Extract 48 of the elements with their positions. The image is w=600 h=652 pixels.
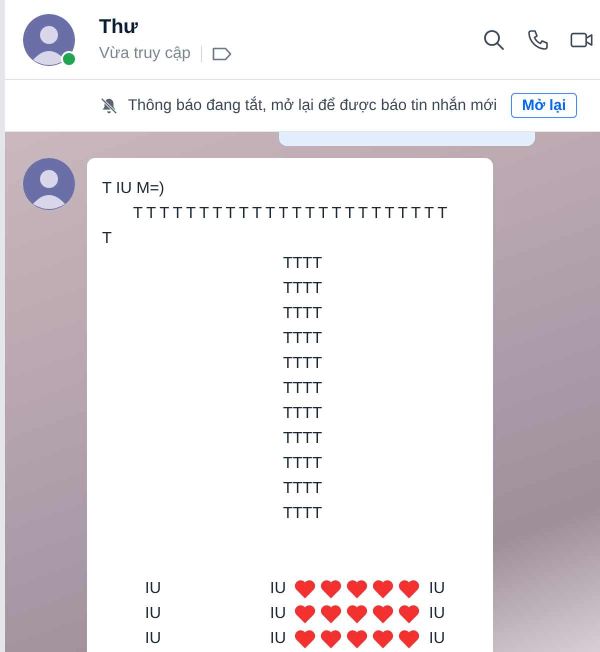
message-text: TTTT <box>283 504 322 522</box>
message-text: IU <box>270 630 286 648</box>
message-text: TTTT <box>283 430 322 448</box>
contact-avatar[interactable] <box>23 14 75 66</box>
message-text: IU <box>270 580 286 598</box>
message-text: T T T T T T T T T T T T T T T T T T T T T T T T <box>133 204 448 222</box>
heart-icon <box>346 578 368 598</box>
heart-icon <box>346 604 368 624</box>
search-icon[interactable] <box>482 28 506 52</box>
message-text: T IU M=) <box>102 180 164 198</box>
muted-bell-icon <box>100 96 118 114</box>
message-text: TTTT <box>283 254 322 272</box>
message-text: TTTT <box>283 330 322 348</box>
contact-name: Thư <box>99 16 139 39</box>
message-text: TTTT <box>283 304 322 322</box>
message-text: IU <box>429 580 445 598</box>
heart-icon <box>346 628 368 648</box>
message-text: TTTT <box>283 380 322 398</box>
message-text: IU <box>145 580 162 598</box>
message-text: TTTT <box>283 354 322 372</box>
unmute-button[interactable]: Mở lại <box>510 93 577 118</box>
heart-icon <box>398 628 420 648</box>
heart-icon <box>398 604 420 624</box>
heart-icon <box>372 628 394 648</box>
phone-icon[interactable] <box>526 28 550 52</box>
heart-icon <box>294 628 316 648</box>
sender-avatar[interactable] <box>23 158 75 210</box>
heart-icon <box>294 578 316 598</box>
heart-icon <box>398 578 420 598</box>
message-text: T <box>102 230 112 248</box>
message-text: IU <box>145 630 162 648</box>
heart-icon <box>372 604 394 624</box>
message-text: TTTT <box>283 454 322 472</box>
heart-icon <box>372 578 394 598</box>
message-text: TTTT <box>283 404 322 422</box>
notice-text: Thông báo đang tắt, mở lại để được báo tin nhắn mới <box>128 96 497 114</box>
message-text: TTTT <box>283 480 322 498</box>
heart-icon <box>320 604 342 624</box>
heart-icon <box>320 578 342 598</box>
heart-icon <box>320 628 342 648</box>
tag-icon[interactable] <box>212 47 232 61</box>
message-text: IU <box>270 604 286 622</box>
message-text: IU <box>145 604 162 622</box>
message-text: IU <box>429 630 445 648</box>
last-seen-status: Vừa truy cập <box>99 45 191 63</box>
message-text: IU <box>429 604 445 622</box>
heart-icon <box>294 604 316 624</box>
message-text: TTTT <box>283 280 322 298</box>
